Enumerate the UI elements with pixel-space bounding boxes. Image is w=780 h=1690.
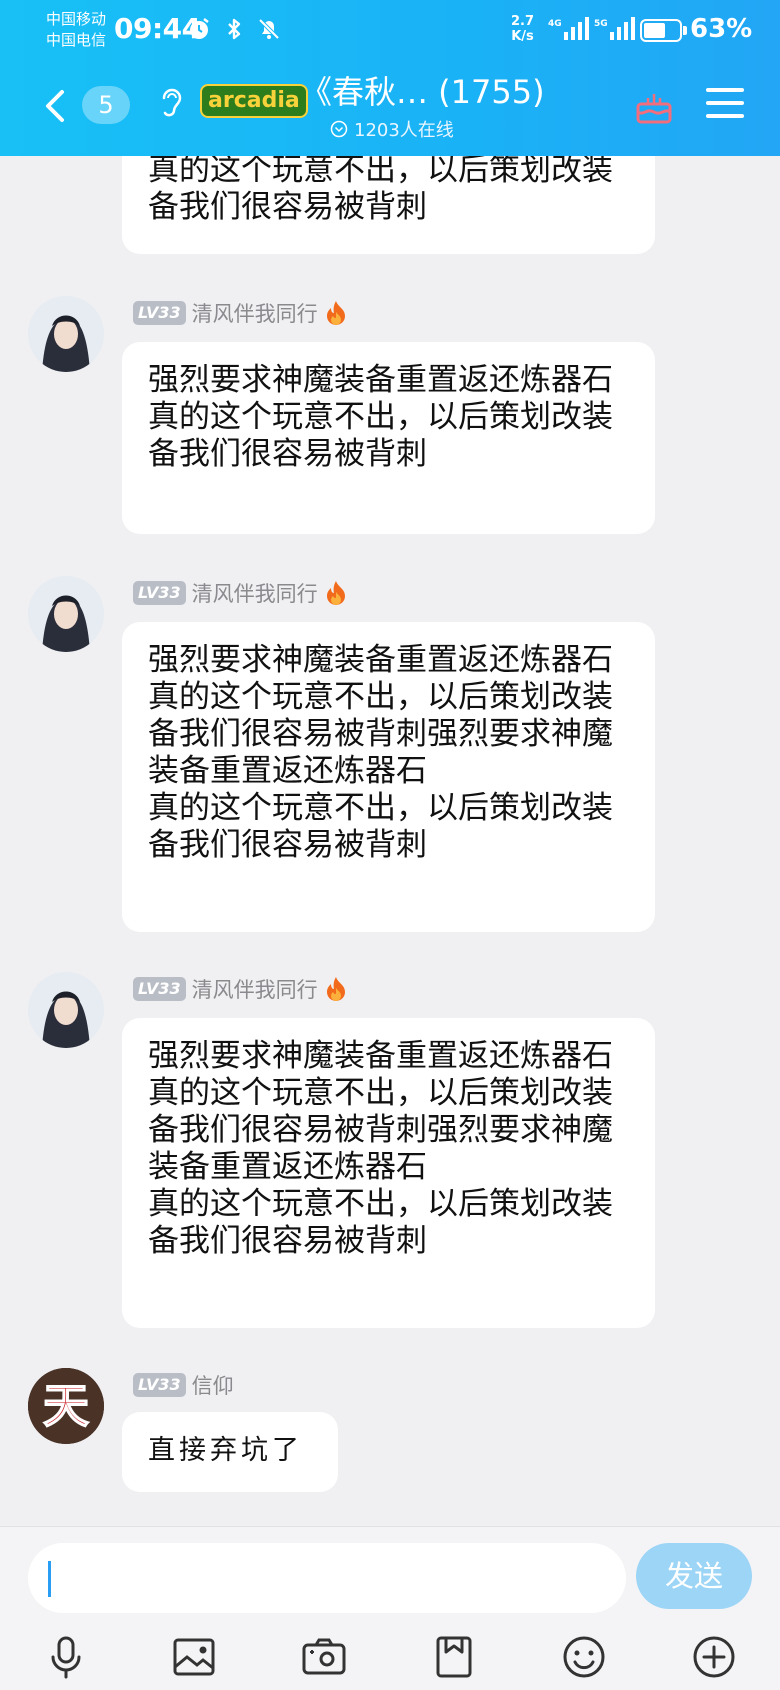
message-bubble[interactable]: 直接弃坑了 (122, 1412, 338, 1492)
chevron-circle-icon (330, 120, 348, 138)
plus-icon[interactable] (690, 1633, 738, 1681)
carrier-1: 中国移动 (46, 10, 107, 28)
unread-count-badge[interactable]: 5 (82, 86, 130, 124)
sender-name[interactable]: 清风伴我同行 (192, 974, 318, 1004)
image-icon[interactable] (170, 1633, 218, 1681)
back-arrow-icon[interactable] (38, 88, 74, 124)
message-bubble[interactable]: 强烈要求神魔装备重置返还炼器石 真的这个玩意不出，以后策划改装备我们很容易被背刺… (122, 622, 655, 932)
alarm-icon (189, 18, 209, 39)
camera-icon[interactable] (300, 1633, 348, 1681)
message-sender: LV33 清风伴我同行 (133, 298, 348, 328)
avatar-glyph: 天 (43, 1379, 89, 1433)
group-title[interactable]: 《春秋… (1755) (300, 72, 545, 112)
earpiece-mode-icon[interactable] (156, 82, 186, 122)
level-badge: LV33 (133, 977, 186, 1001)
flame-icon (326, 977, 345, 1001)
file-icon[interactable] (430, 1633, 478, 1681)
speed-value: 2.7 (511, 14, 535, 29)
send-button[interactable]: 发送 (636, 1543, 752, 1609)
signal-icon: 5G (594, 17, 635, 40)
net-2-label: 5G (594, 19, 608, 29)
message-input[interactable] (28, 1543, 626, 1613)
toolbar (0, 1627, 780, 1687)
group-logo: arcadia (200, 84, 308, 118)
avatar[interactable] (28, 296, 104, 372)
message-sender: LV33 信仰 (133, 1370, 234, 1400)
level-badge: LV33 (133, 1373, 186, 1397)
online-count-label: 1203人在线 (354, 120, 454, 141)
carrier-info: 中国移动 中国电信 (46, 9, 106, 51)
message-bubble[interactable]: 强烈要求神魔装备重置返还炼器石 真的这个玩意不出，以后策划改装备我们很容易被背刺… (122, 1018, 655, 1328)
mute-bell-icon (258, 18, 280, 40)
avatar[interactable] (28, 576, 104, 652)
message-sender: LV33 清风伴我同行 (133, 974, 348, 1004)
status-icons (186, 16, 282, 42)
input-bar: 发送 (0, 1526, 780, 1690)
avatar-image (28, 296, 104, 372)
battery-percent: 63% (690, 14, 753, 44)
sender-name[interactable]: 清风伴我同行 (192, 298, 318, 328)
signal-icon: 4G (548, 17, 589, 40)
status-bar: 中国移动 中国电信 09:44 2.7 K/s 4G 5G 63% (0, 0, 780, 62)
flame-icon (326, 301, 345, 325)
online-count[interactable]: 1203人在线 (330, 116, 454, 142)
message-bubble[interactable]: 真的这个玩意不出，以后策划改装备我们很容易被背刺 (122, 156, 655, 254)
battery-icon (640, 19, 682, 42)
avatar-image (28, 972, 104, 1048)
avatar-image (28, 576, 104, 652)
carrier-2: 中国电信 (46, 31, 107, 49)
sender-name[interactable]: 清风伴我同行 (192, 578, 318, 608)
message-bubble[interactable]: 强烈要求神魔装备重置返还炼器石 真的这个玩意不出，以后策划改装备我们很容易被背刺 (122, 342, 655, 534)
flame-icon (326, 581, 345, 605)
avatar[interactable]: 天 (28, 1368, 104, 1444)
speed-unit: K/s (511, 29, 534, 44)
bluetooth-icon (228, 18, 241, 40)
avatar[interactable] (28, 972, 104, 1048)
level-badge: LV33 (133, 581, 186, 605)
microphone-icon[interactable] (42, 1633, 90, 1681)
sender-name[interactable]: 信仰 (192, 1370, 234, 1400)
header: 中国移动 中国电信 09:44 2.7 K/s 4G 5G 63% 5 arca… (0, 0, 780, 156)
menu-icon[interactable] (706, 88, 744, 120)
battery-tip (683, 26, 687, 35)
text-caret (48, 1561, 51, 1597)
message-list[interactable]: 真的这个玩意不出，以后策划改装备我们很容易被背刺 LV33 清风伴我同行 强烈要… (0, 156, 780, 1526)
message-sender: LV33 清风伴我同行 (133, 578, 348, 608)
emoji-icon[interactable] (560, 1633, 608, 1681)
avatar-image: 天 (28, 1368, 104, 1444)
level-badge: LV33 (133, 301, 186, 325)
net-1-label: 4G (548, 19, 562, 29)
network-speed: 2.7 K/s (511, 14, 534, 44)
navigation-bar: 5 arcadia 《春秋… (1755) 1203人在线 (0, 62, 780, 156)
cake-icon[interactable] (632, 84, 676, 128)
